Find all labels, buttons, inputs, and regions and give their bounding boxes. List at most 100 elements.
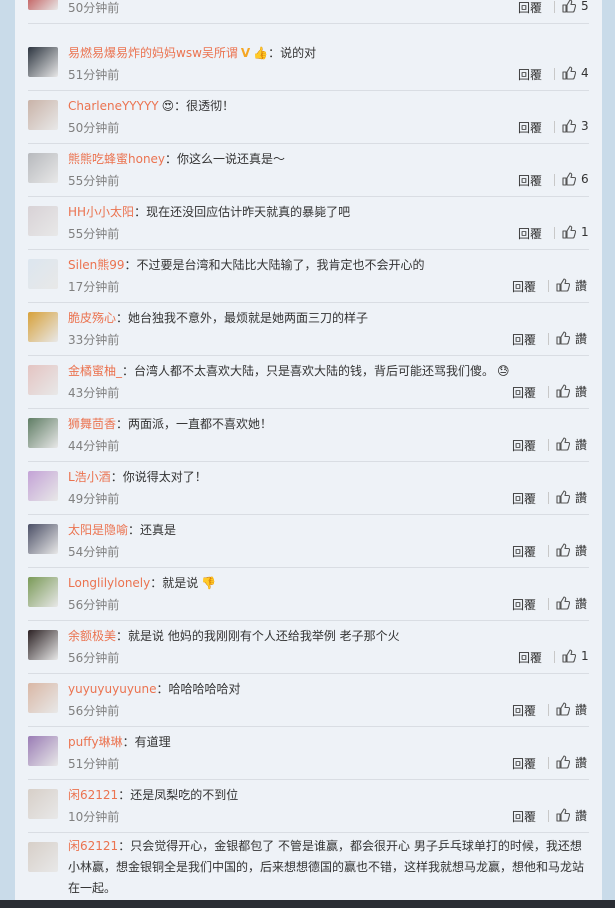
thumbs-up-icon (556, 596, 575, 610)
avatar[interactable] (28, 524, 58, 554)
reply-button[interactable]: 回覆 (512, 702, 536, 719)
like-count: 3 (581, 119, 589, 133)
avatar[interactable] (28, 789, 58, 819)
reply-button[interactable]: 回覆 (518, 225, 542, 242)
row-divider (28, 23, 589, 24)
reply-button[interactable]: 回覆 (512, 331, 536, 348)
comment-username[interactable]: puffy琳琳 (68, 735, 123, 749)
comment-time: 56分钟前 (68, 651, 120, 665)
reply-button[interactable]: 回覆 (512, 278, 536, 295)
comment-text: ：还真是 (128, 523, 177, 537)
comment-time: 56分钟前 (68, 704, 120, 718)
avatar[interactable] (28, 630, 58, 660)
comment-username[interactable]: Longlilylonely (68, 576, 150, 590)
like-button[interactable]: 1 (562, 648, 589, 664)
action-divider (548, 757, 549, 769)
comment-username[interactable]: HH小小太阳 (68, 205, 134, 219)
avatar[interactable] (28, 100, 58, 130)
like-button[interactable]: 讚 (556, 701, 587, 717)
comment-time: 44分钟前 (68, 439, 120, 453)
like-count: 6 (581, 172, 589, 186)
comment-username[interactable]: 狮舞茴香 (68, 417, 116, 431)
comment-username[interactable]: 脆皮殇心 (68, 311, 116, 325)
comment-content: L浩小酒：你说得太对了！ (68, 469, 593, 485)
like-button[interactable]: 4 (562, 65, 589, 81)
comment-content: CharleneYYYYY 😍：很透彻！ (68, 98, 593, 114)
like-button[interactable]: 1 (562, 224, 589, 240)
action-divider (548, 439, 549, 451)
action-divider (554, 68, 555, 80)
like-button[interactable]: 3 (562, 118, 589, 134)
reply-button[interactable]: 回覆 (518, 66, 542, 83)
reply-button[interactable]: 回覆 (512, 755, 536, 772)
reply-button[interactable]: 回覆 (512, 490, 536, 507)
like-button[interactable]: 讚 (556, 595, 587, 611)
like-button[interactable]: 讚 (556, 542, 587, 558)
comment-username[interactable]: L浩小酒 (68, 470, 111, 484)
like-button[interactable]: 讚 (556, 330, 587, 346)
emoji-icon: 😓 (497, 364, 510, 378)
reply-button[interactable]: 回覆 (512, 596, 536, 613)
thumbs-up-icon (556, 278, 575, 292)
comment-username[interactable]: 太阳是隐喻 (68, 523, 128, 537)
comment-username[interactable]: 熊熊吃蜂蜜honey (68, 152, 165, 166)
avatar[interactable] (28, 153, 58, 183)
comment-text: ：两面派，一直都不喜欢她！ (116, 417, 273, 431)
comment-username[interactable]: CharleneYYYYY (68, 99, 159, 113)
thumbs-up-icon (562, 649, 581, 663)
like-button[interactable]: 讚 (556, 277, 587, 293)
avatar[interactable] (28, 418, 58, 448)
thumbs-up-icon (562, 66, 581, 80)
avatar[interactable] (28, 683, 58, 713)
thumbs-up-icon (562, 225, 581, 239)
comment-item: 余额极美：就是说 他妈的我刚刚有个人还给我举例 老子那个火 56分钟前 回覆 1 (15, 621, 602, 674)
like-button[interactable]: 讚 (556, 807, 587, 823)
like-count: 讚 (575, 755, 588, 770)
comment-username[interactable]: yuyuyuyuyune (68, 682, 157, 696)
avatar[interactable] (28, 365, 58, 395)
reply-button[interactable]: 回覆 (518, 0, 542, 16)
emoji-icon: 👍 (253, 46, 269, 60)
like-button[interactable]: 5 (562, 0, 589, 14)
like-button[interactable]: 讚 (556, 436, 587, 452)
reply-button[interactable]: 回覆 (512, 543, 536, 560)
comment-time: 51分钟前 (68, 68, 120, 82)
like-count: 讚 (575, 596, 588, 611)
avatar[interactable] (28, 0, 58, 10)
avatar[interactable] (28, 736, 58, 766)
comment-text: ：现在还没回应估计昨天就真的暴毙了吧 (134, 205, 351, 219)
action-divider (548, 598, 549, 610)
avatar[interactable] (28, 312, 58, 342)
reply-button[interactable]: 回覆 (512, 437, 536, 454)
comment-username[interactable]: 余额极美 (68, 629, 116, 643)
comment-content: 闲62121：只会觉得开心，金银都包了 不管是谁赢，都会很开心 男子乒乓球单打的… (68, 836, 593, 899)
reply-button[interactable]: 回覆 (518, 649, 542, 666)
comment-username[interactable]: 易燃易爆易炸的妈妈wsw吴所谓 (68, 46, 238, 60)
action-divider (548, 545, 549, 557)
reply-button[interactable]: 回覆 (512, 808, 536, 825)
reply-button[interactable]: 回覆 (518, 172, 542, 189)
avatar[interactable] (28, 47, 58, 77)
reply-button[interactable]: 回覆 (518, 119, 542, 136)
like-button[interactable]: 讚 (556, 489, 587, 505)
comment-username[interactable]: 闲62121 (68, 788, 118, 802)
like-button[interactable]: 6 (562, 171, 589, 187)
avatar[interactable] (28, 842, 58, 872)
like-count: 讚 (575, 384, 588, 399)
comment-username[interactable]: Silen熊99 (68, 258, 125, 272)
comment-text: ：不过要是台湾和大陆比大陆输了，我肯定也不会开心的 (124, 258, 425, 272)
comment-content: 狮舞茴香：两面派，一直都不喜欢她！ (68, 416, 593, 432)
action-divider (554, 121, 555, 133)
comment-username[interactable]: 闲62121 (68, 839, 118, 853)
avatar[interactable] (28, 206, 58, 236)
avatar[interactable] (28, 471, 58, 501)
avatar[interactable] (28, 259, 58, 289)
like-button[interactable]: 讚 (556, 754, 587, 770)
comment-item: puffy琳琳：有道理 51分钟前 回覆讚 (15, 727, 602, 780)
thumbs-up-icon (556, 702, 575, 716)
comment-text: ：说的对 (268, 46, 317, 60)
like-button[interactable]: 讚 (556, 383, 587, 399)
avatar[interactable] (28, 577, 58, 607)
reply-button[interactable]: 回覆 (512, 384, 536, 401)
comment-username[interactable]: 金橘蜜柚_ (68, 364, 122, 378)
